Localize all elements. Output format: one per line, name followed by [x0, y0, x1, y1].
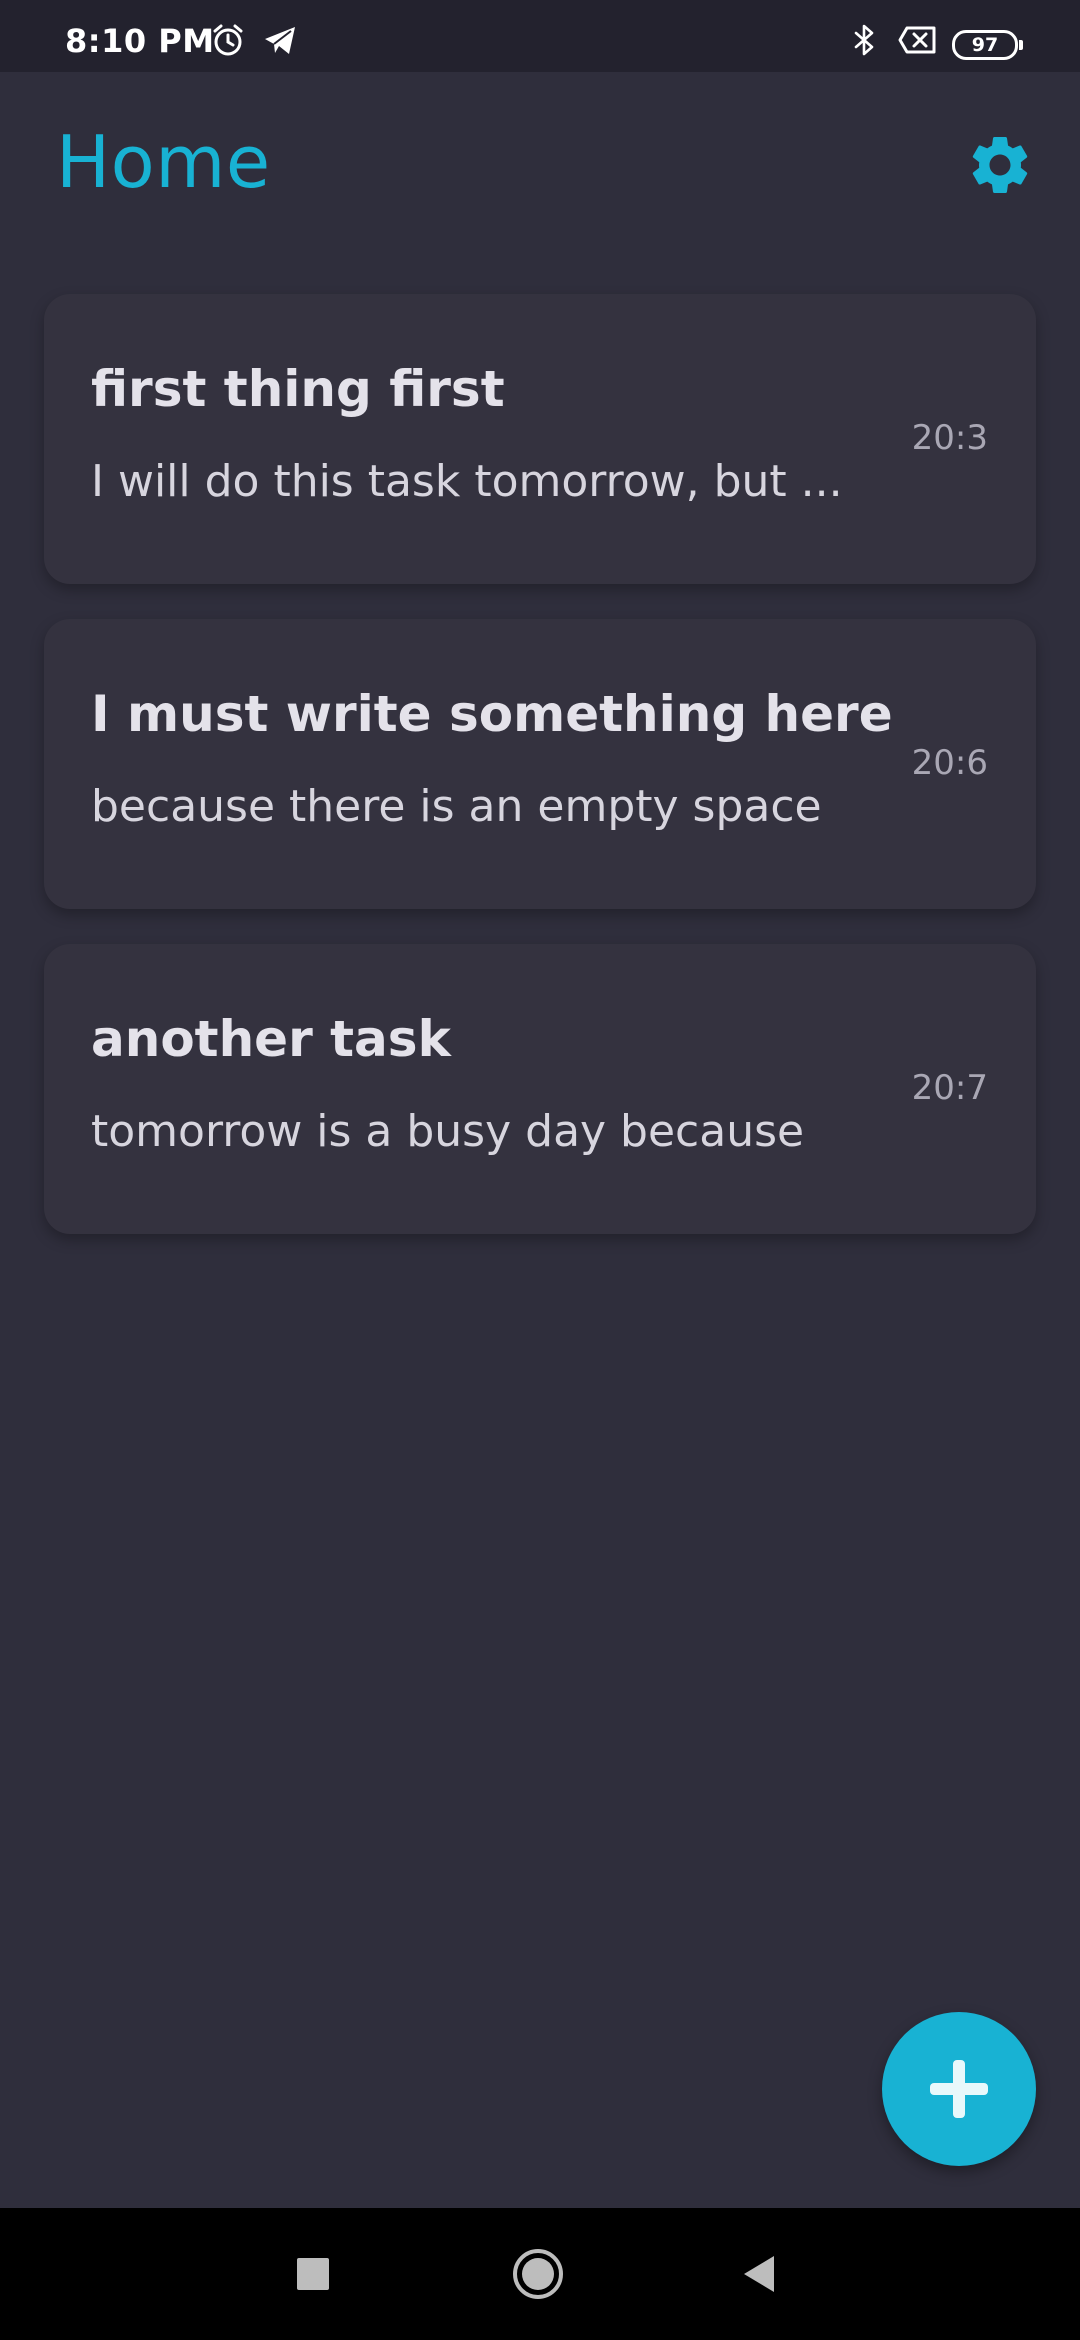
task-title: first thing first: [91, 360, 505, 418]
task-title: another task: [91, 1010, 451, 1068]
back-icon[interactable]: [730, 2244, 790, 2304]
task-time: 20:3: [911, 418, 988, 458]
task-time: 20:7: [911, 1068, 988, 1108]
status-time: 8:10 PM: [65, 22, 215, 60]
page-title: Home: [56, 120, 271, 204]
no-sim-icon: [898, 26, 936, 54]
task-time: 20:6: [911, 743, 988, 783]
task-card[interactable]: another task tomorrow is a busy day beca…: [44, 944, 1036, 1234]
task-description: I will do this task tomorrow, but ...: [91, 456, 843, 507]
telegram-icon: [265, 27, 295, 54]
task-description: because there is an empty space: [91, 781, 822, 832]
alarm-icon: [213, 24, 243, 56]
task-card[interactable]: first thing first I will do this task to…: [44, 294, 1036, 584]
home-icon[interactable]: [508, 2244, 568, 2304]
task-list: first thing first I will do this task to…: [44, 294, 1036, 1269]
battery-icon: 97: [952, 30, 1023, 60]
gear-icon[interactable]: [965, 130, 1035, 200]
system-nav-bar: [0, 2208, 1080, 2340]
recent-apps-icon[interactable]: [283, 2244, 343, 2304]
task-description: tomorrow is a busy day because: [91, 1106, 805, 1157]
status-bar: 8:10 PM 97: [0, 0, 1080, 72]
task-title: I must write something here: [91, 685, 893, 743]
task-card[interactable]: I must write something here because ther…: [44, 619, 1036, 909]
add-task-button[interactable]: [882, 2012, 1036, 2166]
app-screen: Home first thing first I will do this ta…: [0, 72, 1080, 2208]
bluetooth-icon: [854, 24, 874, 56]
